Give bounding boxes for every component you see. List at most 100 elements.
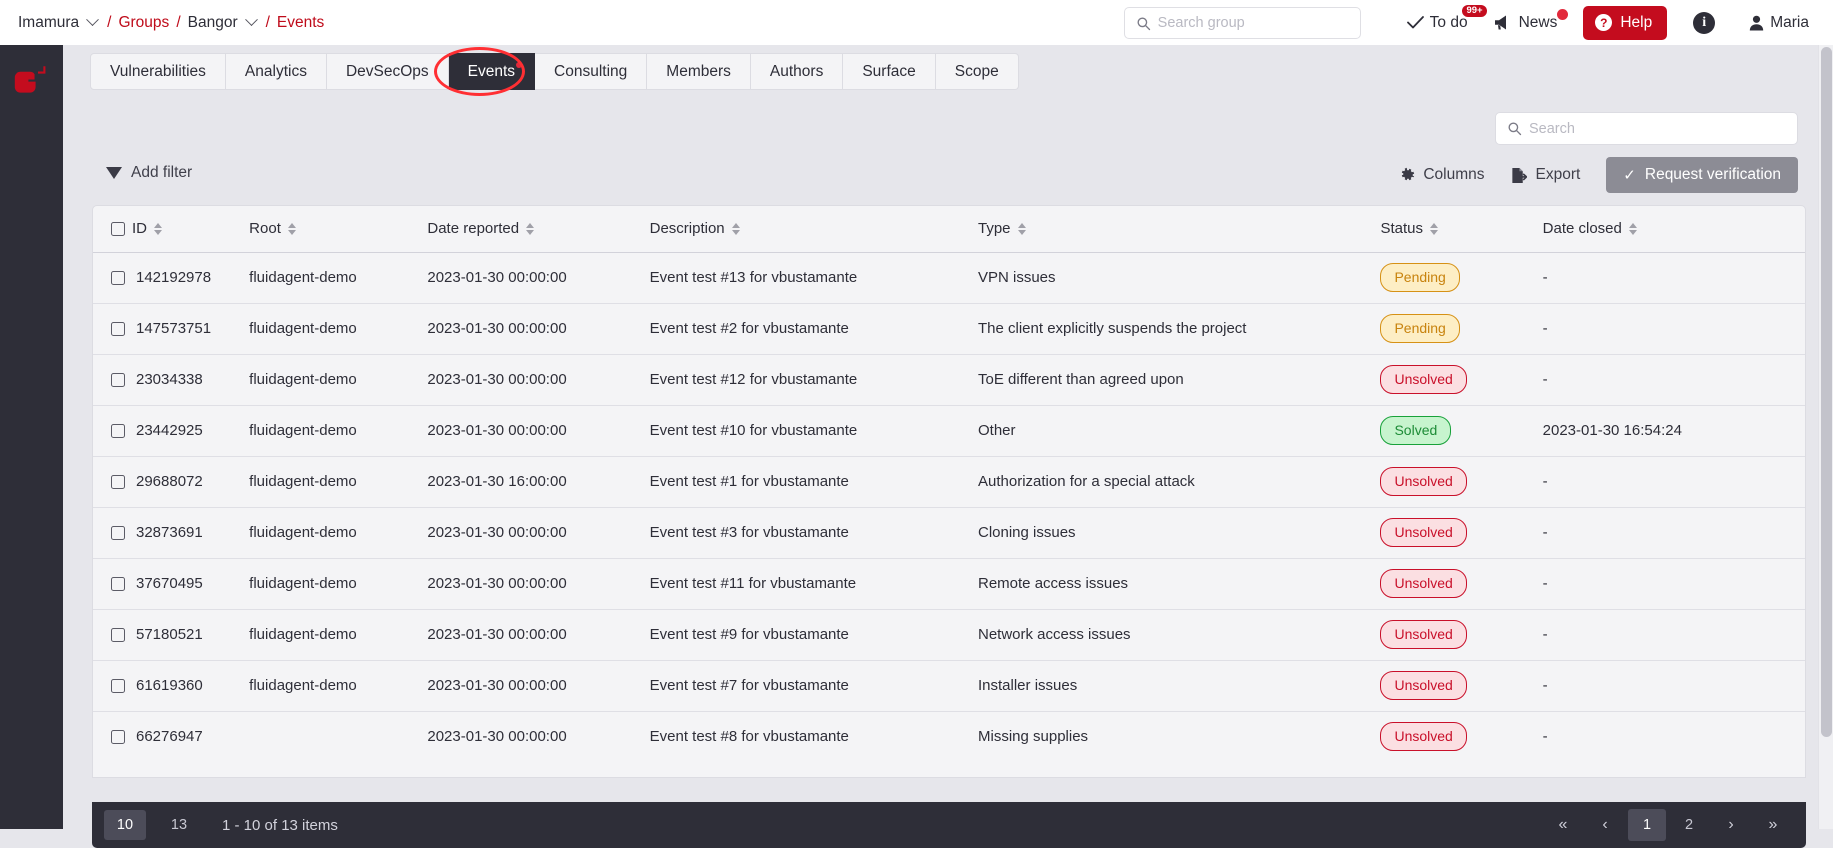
tab-events[interactable]: Events (448, 53, 536, 90)
sort-arrows-icon[interactable] (731, 222, 740, 235)
cell-value: fluidagent-demo (249, 473, 357, 490)
page-size-10-button[interactable]: 10 (104, 810, 146, 840)
cell-root: fluidagent-demo (241, 558, 420, 610)
info-icon[interactable]: i (1693, 11, 1716, 34)
table-row[interactable]: 66276947 2023-01-30 00:00:00 Event test #8… (93, 711, 1805, 762)
table-row[interactable]: 142192978 fluidagent-demo 2023-01-30 00:00… (93, 252, 1805, 304)
breadcrumb-groups[interactable]: Groups (118, 14, 169, 32)
events-table-card: ID Root Date reported Description Type Status… (92, 205, 1806, 778)
column-header-label: Date closed (1542, 220, 1622, 238)
row-select-checkbox[interactable] (111, 627, 125, 642)
next-page-button[interactable]: › (1712, 809, 1750, 841)
tab-vulnerabilities[interactable]: Vulnerabilities (90, 53, 226, 90)
row-select-checkbox[interactable] (111, 372, 125, 387)
page-scrollbar[interactable] (1818, 45, 1833, 829)
todo-button[interactable]: To do 99+ (1406, 4, 1487, 32)
page-size-13-button[interactable]: 13 (158, 810, 200, 840)
tab-devsecops[interactable]: DevSecOps (326, 53, 449, 90)
columns-button[interactable]: Columns (1399, 166, 1484, 184)
row-select-checkbox[interactable] (111, 423, 125, 438)
row-select-checkbox[interactable] (111, 729, 125, 744)
table-row[interactable]: 57180521 fluidagent-demo 2023-01-30 00:00:… (93, 609, 1805, 661)
row-select-checkbox[interactable] (111, 321, 125, 336)
row-select-checkbox[interactable] (111, 678, 125, 693)
sort-arrows-icon[interactable] (526, 222, 535, 235)
table-row[interactable]: 32873691 fluidagent-demo 2023-01-30 00:00:… (93, 507, 1805, 559)
first-page-button[interactable]: « (1544, 809, 1582, 841)
tab-scope[interactable]: Scope (935, 53, 1019, 90)
cell-status: Solved (1372, 405, 1535, 457)
sort-arrows-icon[interactable] (154, 222, 162, 235)
cell-id: 23034338 (93, 354, 242, 406)
table-row[interactable]: 29688072 fluidagent-demo 2023-01-30 16:00:… (93, 456, 1805, 508)
group-search-input[interactable] (1157, 14, 1348, 31)
chevron-down-icon[interactable] (244, 13, 258, 27)
events-table: ID Root Date reported Description Type Status… (93, 206, 1805, 762)
columns-label: Columns (1423, 166, 1485, 183)
page-button-1[interactable]: 1 (1628, 809, 1666, 841)
help-button[interactable]: ? Help (1583, 5, 1668, 40)
cell-description: Event test #2 for vbustamante (641, 303, 970, 355)
request-verification-button[interactable]: ✓ Request verification (1606, 157, 1798, 193)
table-row[interactable]: 37670495 fluidagent-demo 2023-01-30 00:00:… (93, 558, 1805, 610)
column-header-date-closed[interactable]: Date closed (1534, 206, 1805, 253)
cell-date-reported: 2023-01-30 00:00:00 (419, 405, 642, 457)
tab-analytics[interactable]: Analytics (225, 53, 327, 90)
column-header-id[interactable]: ID (93, 206, 242, 253)
sort-arrows-icon[interactable] (1430, 222, 1438, 235)
table-row[interactable]: 23034338 fluidagent-demo 2023-01-30 00:00:… (93, 354, 1805, 406)
cell-date-closed: - (1534, 354, 1805, 406)
tab-label: Analytics (244, 62, 307, 80)
last-page-button[interactable]: » (1754, 809, 1792, 841)
cell-date-reported: 2023-01-30 00:00:00 (419, 354, 642, 406)
table-row[interactable]: 147573751 fluidagent-demo 2023-01-30 00:00… (93, 303, 1805, 355)
column-header-type[interactable]: Type (970, 206, 1373, 253)
sort-arrows-icon[interactable] (1017, 222, 1026, 235)
check-icon: ✓ (1623, 166, 1636, 184)
check-icon (1406, 16, 1424, 29)
cell-root: fluidagent-demo (241, 354, 420, 406)
row-select-checkbox[interactable] (111, 474, 125, 489)
tab-members[interactable]: Members (647, 53, 751, 90)
sort-arrows-icon[interactable] (287, 222, 296, 235)
news-label: News (1518, 13, 1558, 31)
cell-date-reported: 2023-01-30 00:00:00 (419, 558, 642, 610)
cell-status: Unsolved (1372, 558, 1535, 610)
page-scrollbar-thumb[interactable] (1821, 47, 1832, 737)
tab-consulting[interactable]: Consulting (535, 53, 648, 90)
news-button[interactable]: News (1494, 8, 1569, 32)
sort-arrows-icon[interactable] (1628, 222, 1637, 235)
row-select-checkbox[interactable] (111, 525, 125, 540)
user-icon (1750, 15, 1764, 30)
column-header-status[interactable]: Status (1372, 206, 1535, 253)
column-header-description[interactable]: Description (641, 206, 970, 253)
breadcrumb-org[interactable]: Imamura (18, 14, 79, 32)
row-select-checkbox[interactable] (111, 270, 125, 285)
user-menu[interactable]: Maria (1749, 14, 1809, 32)
row-select-checkbox[interactable] (111, 576, 125, 591)
tab-authors[interactable]: Authors (750, 53, 844, 90)
column-header-root[interactable]: Root (241, 206, 420, 253)
chevron-down-icon[interactable] (86, 13, 100, 27)
cell-value: 2023-01-30 00:00:00 (427, 524, 567, 541)
app-logo-icon[interactable] (14, 63, 46, 95)
export-button[interactable]: Export (1510, 166, 1580, 184)
table-search-input[interactable] (1529, 120, 1779, 137)
breadcrumb-group[interactable]: Bangor (188, 14, 238, 32)
tab-surface[interactable]: Surface (843, 53, 936, 90)
cell-type: Missing supplies (970, 711, 1372, 762)
table-search-box[interactable] (1495, 112, 1798, 145)
gear-icon (1402, 167, 1415, 181)
cell-status: Unsolved (1372, 711, 1534, 762)
group-search-box[interactable] (1123, 6, 1361, 39)
table-row[interactable]: 23442925 fluidagent-demo 2023-01-30 00:00:… (93, 405, 1805, 457)
column-header-date-reported[interactable]: Date reported (419, 206, 642, 253)
page-button-2[interactable]: 2 (1670, 809, 1708, 841)
previous-page-button[interactable]: ‹ (1586, 809, 1624, 841)
column-header-label: Status (1380, 220, 1423, 238)
select-all-checkbox[interactable] (111, 221, 125, 236)
breadcrumb-current-page[interactable]: Events (277, 14, 324, 32)
cell-value: - (1542, 473, 1548, 490)
add-filter-button[interactable]: Add filter (106, 164, 192, 182)
table-row[interactable]: 61619360 fluidagent-demo 2023-01-30 00:00:… (93, 660, 1805, 712)
